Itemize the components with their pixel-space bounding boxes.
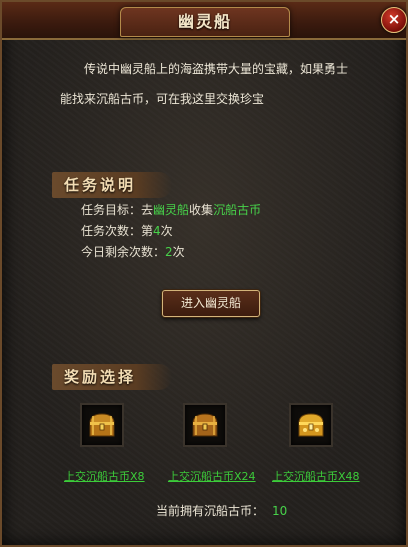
task-details: 任务目标：去幽灵船收集沉船古币 任务次数：第4次 今日剩余次数：2次 [81, 200, 261, 263]
window-title: 幽灵船 [120, 7, 290, 37]
title-bar: 幽灵船 × [2, 2, 407, 40]
task-goal-place: 幽灵船 [153, 203, 190, 217]
task-count-suffix: 次 [160, 224, 173, 238]
reward-heading: 奖励选择 [52, 364, 173, 390]
ghost-ship-panel: 幽灵船 × 传说中幽灵船上的海盗携带大量的宝藏，如果勇士 能找来沉船古币，可在我… [0, 0, 408, 547]
task-goal-label: 任务目标： [81, 203, 142, 217]
task-remaining-label: 今日剩余次数： [81, 245, 166, 259]
reward-slot-1[interactable] [80, 403, 124, 447]
reward-option-3[interactable]: 上交沉船古币X48 [272, 468, 360, 484]
intro-line-2: 能找来沉船古币，可在我这里交换珍宝 [60, 92, 265, 106]
intro-line-1: 传说中幽灵船上的海盗携带大量的宝藏，如果勇士 [84, 62, 349, 76]
intro-text: 传说中幽灵船上的海盗携带大量的宝藏，如果勇士 能找来沉船古币，可在我这里交换珍宝 [60, 54, 360, 114]
reward-option-1[interactable]: 上交沉船古币X8 [64, 468, 145, 484]
close-button[interactable]: × [381, 7, 407, 33]
treasure-chest-icon [192, 413, 218, 437]
treasure-chest-icon [89, 413, 115, 437]
treasure-chest-icon [298, 413, 324, 437]
task-goal: 任务目标：去幽灵船收集沉船古币 [81, 200, 261, 221]
owned-coins-value: 10 [272, 504, 288, 518]
owned-coins: 当前拥有沉船古币： 10 [156, 502, 287, 519]
reward-slot-3[interactable] [289, 403, 333, 447]
reward-option-2[interactable]: 上交沉船古币X24 [168, 468, 256, 484]
task-remaining-value: 2 [165, 245, 173, 259]
task-count-value: 4 [153, 224, 161, 238]
task-goal-item: 沉船古币 [213, 203, 262, 217]
task-count: 任务次数：第4次 [81, 221, 261, 242]
task-goal-prefix: 去 [141, 203, 154, 217]
task-remaining-suffix: 次 [172, 245, 185, 259]
owned-coins-label: 当前拥有沉船古币： [156, 504, 265, 518]
task-remaining: 今日剩余次数：2次 [81, 242, 261, 263]
reward-slot-2[interactable] [183, 403, 227, 447]
task-goal-verb: 收集 [189, 203, 214, 217]
task-heading: 任务说明 [52, 172, 173, 198]
enter-ghost-ship-button[interactable]: 进入幽灵船 [162, 290, 260, 317]
task-count-label: 任务次数：第 [81, 224, 154, 238]
